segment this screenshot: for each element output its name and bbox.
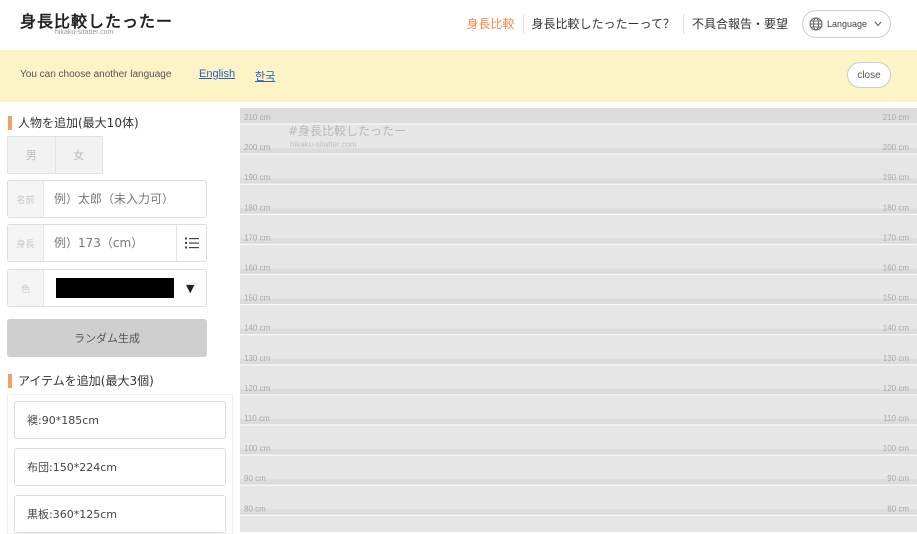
list-icon bbox=[184, 237, 199, 249]
tick-label-left: 140 cm bbox=[244, 324, 271, 333]
tick-label-right: 80 cm bbox=[887, 504, 909, 513]
height-preset-button[interactable] bbox=[176, 225, 206, 261]
grid-band bbox=[240, 515, 917, 532]
tick-label-right: 130 cm bbox=[883, 354, 910, 363]
tick-label-left: 150 cm bbox=[244, 294, 271, 303]
name-field-label: 名前 bbox=[8, 181, 44, 217]
grid-band bbox=[240, 244, 917, 269]
tick-label-left: 210 cm bbox=[244, 113, 271, 122]
chevron-down-icon bbox=[874, 21, 882, 27]
random-generate-button[interactable]: ランダム生成 bbox=[7, 319, 207, 357]
top-nav: 身長比較 身長比較したったーって？ 不具合報告・要望 Language bbox=[459, 10, 891, 38]
tick-label-left: 130 cm bbox=[244, 354, 271, 363]
tick-label-right: 110 cm bbox=[883, 414, 909, 423]
tick-label-left: 180 cm bbox=[244, 203, 271, 212]
language-bar-text: You can choose another language bbox=[20, 69, 172, 80]
tick-label-left: 170 cm bbox=[244, 233, 271, 242]
tick-label-left: 110 cm bbox=[244, 414, 270, 423]
grid-band bbox=[240, 154, 917, 179]
item-fusuma-button[interactable]: 襖:90*185cm bbox=[14, 401, 226, 439]
add-person-heading-text: 人物を追加(最大10体) bbox=[18, 116, 139, 130]
english-link[interactable]: English bbox=[199, 68, 235, 80]
chart-grid: 210 cm 210 cm 200 cm 200 cm 190 cm 190 cm 180 … bbox=[240, 113, 917, 532]
section-marker bbox=[8, 115, 12, 130]
grid-band bbox=[240, 184, 917, 209]
grid-band bbox=[240, 334, 917, 359]
gender-female-button[interactable]: 女 bbox=[55, 137, 102, 173]
grid-band bbox=[240, 394, 917, 419]
tick-label-left: 120 cm bbox=[244, 384, 271, 393]
tick-label-right: 140 cm bbox=[883, 324, 910, 333]
grid-band bbox=[240, 425, 917, 450]
color-field: 色 ▼ bbox=[7, 269, 207, 307]
grid-band bbox=[240, 364, 917, 389]
chart-watermark-title: #身長比較したったー bbox=[288, 124, 407, 138]
nav-about[interactable]: 身長比較したったーって？ bbox=[524, 14, 684, 34]
color-field-label: 色 bbox=[8, 270, 44, 306]
grid-band bbox=[240, 214, 917, 239]
dropdown-arrow-icon[interactable]: ▼ bbox=[186, 282, 194, 295]
tick-label-left: 100 cm bbox=[244, 444, 271, 453]
add-item-heading: アイテムを追加(最大3個) bbox=[8, 372, 154, 389]
korean-link[interactable]: 한국 bbox=[255, 68, 275, 84]
height-field-label: 身長 bbox=[8, 225, 44, 261]
gender-male-button[interactable]: 男 bbox=[8, 137, 56, 173]
item-list: 襖:90*185cm 布団:150*224cm 黒板:360*125cm bbox=[7, 394, 233, 534]
tick-label-right: 200 cm bbox=[883, 143, 910, 152]
grid-band bbox=[240, 274, 917, 299]
nav-bug-report[interactable]: 不具合報告・要望 bbox=[684, 14, 796, 34]
height-field: 身長 bbox=[7, 224, 207, 262]
section-marker bbox=[8, 373, 12, 388]
tick-label-left: 190 cm bbox=[244, 173, 271, 182]
tick-label-right: 160 cm bbox=[883, 264, 910, 273]
grid-band bbox=[240, 304, 917, 329]
tick-label-right: 190 cm bbox=[883, 173, 910, 182]
grid-band bbox=[240, 455, 917, 480]
tick-label-left: 90 cm bbox=[244, 474, 266, 483]
tick-label-right: 120 cm bbox=[883, 384, 910, 393]
tick-label-left: 200 cm bbox=[244, 143, 271, 152]
name-field: 名前 bbox=[7, 180, 207, 218]
tick-label-right: 100 cm bbox=[883, 444, 910, 453]
tick-label-left: 160 cm bbox=[244, 264, 271, 273]
height-chart: 210 cm 210 cm 200 cm 200 cm 190 cm 190 cm 180 … bbox=[240, 108, 917, 532]
header: 身長比較したったー hikaku-sitatter.com 身長比較 身長比較し… bbox=[0, 0, 917, 50]
language-bar: You can choose another language English … bbox=[0, 50, 917, 102]
add-item-heading-text: アイテムを追加(最大3個) bbox=[18, 374, 154, 388]
item-blackboard-button[interactable]: 黒板:360*125cm bbox=[14, 495, 226, 533]
height-input[interactable] bbox=[44, 225, 174, 261]
close-button[interactable]: close bbox=[847, 62, 891, 88]
name-input[interactable] bbox=[44, 181, 204, 217]
language-dropdown[interactable]: Language bbox=[801, 10, 891, 38]
tick-label-right: 210 cm bbox=[883, 113, 910, 122]
tick-label-right: 180 cm bbox=[883, 203, 910, 212]
globe-icon bbox=[809, 17, 823, 31]
tick-label-right: 150 cm bbox=[883, 294, 910, 303]
nav-height-compare[interactable]: 身長比較 bbox=[459, 14, 524, 34]
item-futon-button[interactable]: 布団:150*224cm bbox=[14, 448, 226, 486]
tick-label-left: 80 cm bbox=[244, 504, 266, 513]
left-panel: 人物を追加(最大10体) 男 女 名前 身長 色 ▼ ランダム生成 アイテムを追… bbox=[0, 102, 240, 534]
grid-band bbox=[240, 485, 917, 510]
color-swatch[interactable] bbox=[56, 278, 174, 298]
add-person-heading: 人物を追加(最大10体) bbox=[8, 114, 139, 131]
gender-selector: 男 女 bbox=[7, 136, 103, 174]
chart-watermark-subtitle: hikaku-sitatter.com bbox=[290, 140, 357, 149]
tick-label-right: 90 cm bbox=[887, 474, 909, 483]
site-logo-subtitle: hikaku-sitatter.com bbox=[55, 29, 114, 36]
language-label: Language bbox=[826, 19, 867, 29]
tick-label-right: 170 cm bbox=[883, 233, 910, 242]
